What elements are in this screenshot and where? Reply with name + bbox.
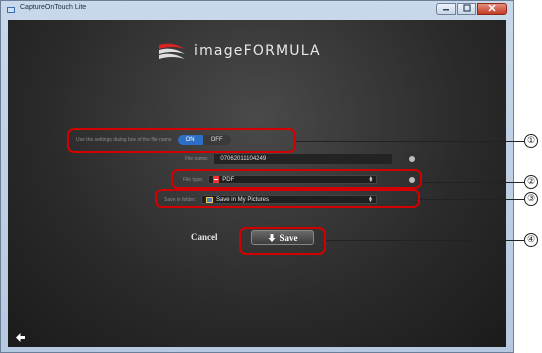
file-name-field[interactable]: 07062011104249 <box>214 154 393 164</box>
close-button[interactable] <box>477 3 507 15</box>
minimize-icon <box>443 9 449 11</box>
leader-line-4 <box>326 240 524 242</box>
maximize-button[interactable] <box>457 3 476 15</box>
callout-number-1: ① <box>524 134 538 148</box>
maximize-icon <box>462 4 471 12</box>
callout-box-4 <box>239 227 326 255</box>
callout-box-2 <box>171 169 422 189</box>
app-icon <box>7 7 15 13</box>
callout-number-2: ② <box>524 175 538 189</box>
minimize-button[interactable] <box>436 3 456 15</box>
callout-number-4: ④ <box>524 233 538 247</box>
title-bar[interactable]: CaptureOnTouch Lite <box>1 1 513 19</box>
close-icon <box>488 4 496 12</box>
cancel-button[interactable]: Cancel <box>191 232 218 242</box>
file-name-settings-icon[interactable] <box>409 156 415 162</box>
callout-box-1 <box>67 128 296 153</box>
logo-mark-icon <box>159 43 185 59</box>
callout-box-3 <box>155 189 420 208</box>
leader-line-2 <box>422 182 524 184</box>
logo-text: imageFORMULA <box>194 43 321 59</box>
window-title: CaptureOnTouch Lite <box>20 4 87 11</box>
leader-line-1 <box>296 141 524 143</box>
file-name-label: File name: <box>185 156 209 162</box>
file-name-row: File name: 07062011104249 <box>185 154 393 164</box>
callout-number-3: ③ <box>524 192 538 206</box>
back-arrow-icon[interactable] <box>16 333 25 342</box>
leader-line-3 <box>420 199 524 201</box>
logo: imageFORMULA <box>158 41 321 61</box>
